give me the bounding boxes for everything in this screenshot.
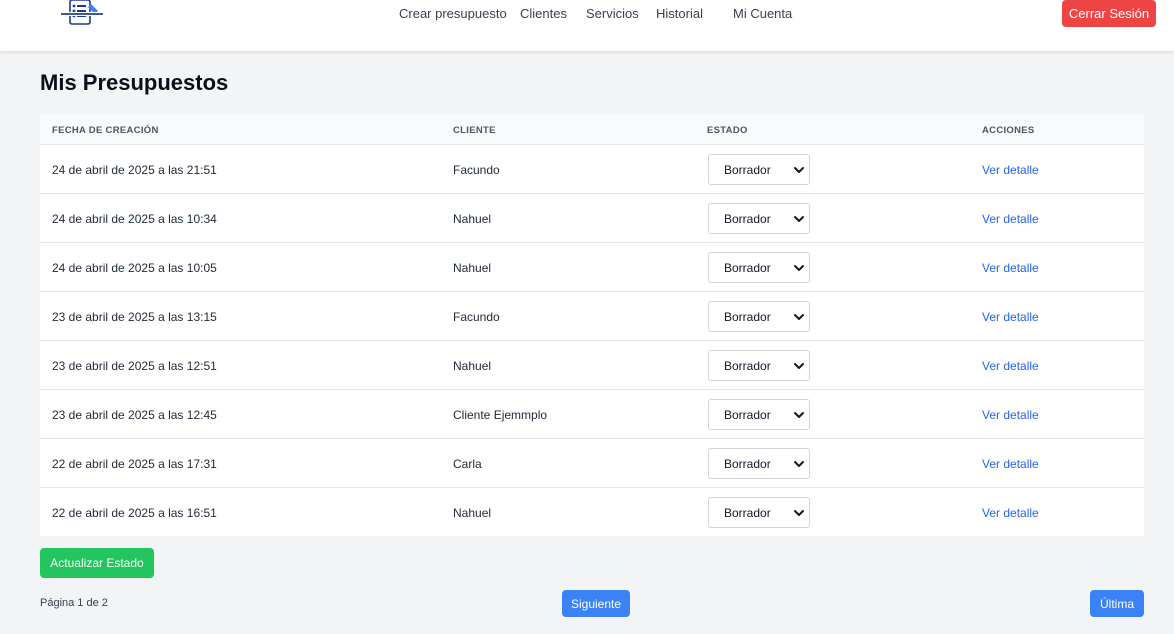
row-cliente: Nahuel — [453, 212, 492, 226]
chevron-down-icon — [794, 510, 804, 516]
row-cliente: Nahuel — [453, 506, 492, 520]
estado-select[interactable]: Borrador — [708, 203, 810, 234]
ver-detalle-link[interactable]: Ver detalle — [982, 212, 1039, 226]
ver-detalle-link[interactable]: Ver detalle — [982, 261, 1039, 275]
row-fecha: 22 de abril de 2025 a las 17:31 — [52, 457, 217, 471]
row-cliente: Cliente Ejemmplo — [453, 408, 548, 422]
nav-link-historial[interactable]: Historial — [656, 6, 703, 21]
row-fecha: 24 de abril de 2025 a las 10:05 — [52, 261, 217, 275]
estado-select[interactable]: Borrador — [708, 399, 810, 430]
table-row: 22 de abril de 2025 a las 16:51 Nahuel Bor… — [40, 488, 1144, 536]
chevron-down-icon — [794, 314, 804, 320]
table-header: Fecha de creación Cliente Estado Accione… — [40, 114, 1144, 145]
chevron-down-icon — [794, 412, 804, 418]
table-row: 23 de abril de 2025 a las 12:45 Cliente E… — [40, 390, 1144, 439]
row-fecha: 23 de abril de 2025 a las 12:45 — [52, 408, 217, 422]
nav-link-crear-presupuesto[interactable]: Crear presupuesto — [399, 6, 507, 21]
estado-select-value: Borrador — [724, 359, 771, 373]
row-cliente: Carla — [453, 457, 482, 471]
logout-button[interactable]: Cerrar Sesión — [1062, 0, 1156, 27]
ver-detalle-link[interactable]: Ver detalle — [982, 310, 1039, 324]
table-row: 24 de abril de 2025 a las 21:51 Facundo Bo… — [40, 145, 1144, 194]
row-fecha: 24 de abril de 2025 a las 21:51 — [52, 163, 217, 177]
chevron-down-icon — [794, 461, 804, 467]
ver-detalle-link[interactable]: Ver detalle — [982, 408, 1039, 422]
update-status-button[interactable]: Actualizar Estado — [40, 548, 154, 578]
estado-select[interactable]: Borrador — [708, 350, 810, 381]
nav-link-servicios[interactable]: Servicios — [586, 6, 639, 21]
estado-select-value: Borrador — [724, 212, 771, 226]
estado-select[interactable]: Borrador — [708, 252, 810, 283]
estado-select-value: Borrador — [724, 408, 771, 422]
estado-select-value: Borrador — [724, 310, 771, 324]
chevron-down-icon — [794, 363, 804, 369]
row-fecha: 22 de abril de 2025 a las 16:51 — [52, 506, 217, 520]
header-fecha: Fecha de creación — [52, 125, 159, 136]
nav-link-clientes[interactable]: Clientes — [520, 6, 567, 21]
row-cliente: Nahuel — [453, 359, 492, 373]
table-row: 24 de abril de 2025 a las 10:05 Nahuel Bor… — [40, 243, 1144, 292]
estado-select-value: Borrador — [724, 457, 771, 471]
ver-detalle-link[interactable]: Ver detalle — [982, 457, 1039, 471]
header-acciones: Acciones — [982, 125, 1035, 136]
row-fecha: 23 de abril de 2025 a las 13:15 — [52, 310, 217, 324]
table-row: 24 de abril de 2025 a las 10:34 Nahuel Bor… — [40, 194, 1144, 243]
estado-select-value: Borrador — [724, 261, 771, 275]
table-row: 23 de abril de 2025 a las 13:15 Facundo Bo… — [40, 292, 1144, 341]
next-page-button[interactable]: Siguiente — [562, 590, 630, 617]
estado-select-value: Borrador — [724, 163, 771, 177]
last-page-button[interactable]: Última — [1090, 590, 1144, 617]
budgets-table: Fecha de creación Cliente Estado Accione… — [40, 114, 1144, 536]
row-fecha: 24 de abril de 2025 a las 10:34 — [52, 212, 217, 226]
page-title: Mis Presupuestos — [40, 70, 229, 95]
table-row: 22 de abril de 2025 a las 17:31 Carla Borr… — [40, 439, 1144, 488]
row-cliente: Facundo — [453, 163, 500, 177]
nav-links: Crear presupuesto Clientes Servicios His… — [0, 6, 1174, 22]
nav-link-mi-cuenta[interactable]: Mi Cuenta — [733, 6, 792, 21]
table-row: 23 de abril de 2025 a las 12:51 Nahuel Bor… — [40, 341, 1144, 390]
estado-select[interactable]: Borrador — [708, 301, 810, 332]
table-body: 24 de abril de 2025 a las 21:51 Facundo Bo… — [40, 145, 1144, 536]
row-cliente: Facundo — [453, 310, 500, 324]
estado-select[interactable]: Borrador — [708, 448, 810, 479]
ver-detalle-link[interactable]: Ver detalle — [982, 359, 1039, 373]
header-estado: Estado — [707, 125, 748, 136]
row-cliente: Nahuel — [453, 261, 492, 275]
chevron-down-icon — [794, 167, 804, 173]
estado-select[interactable]: Borrador — [708, 497, 810, 528]
top-navbar: Crear presupuesto Clientes Servicios His… — [0, 0, 1174, 51]
chevron-down-icon — [794, 216, 804, 222]
estado-select[interactable]: Borrador — [708, 154, 810, 185]
row-fecha: 23 de abril de 2025 a las 12:51 — [52, 359, 217, 373]
chevron-down-icon — [794, 265, 804, 271]
ver-detalle-link[interactable]: Ver detalle — [982, 506, 1039, 520]
page-info: Página 1 de 2 — [40, 597, 108, 609]
estado-select-value: Borrador — [724, 506, 771, 520]
header-cliente: Cliente — [453, 125, 496, 136]
ver-detalle-link[interactable]: Ver detalle — [982, 163, 1039, 177]
